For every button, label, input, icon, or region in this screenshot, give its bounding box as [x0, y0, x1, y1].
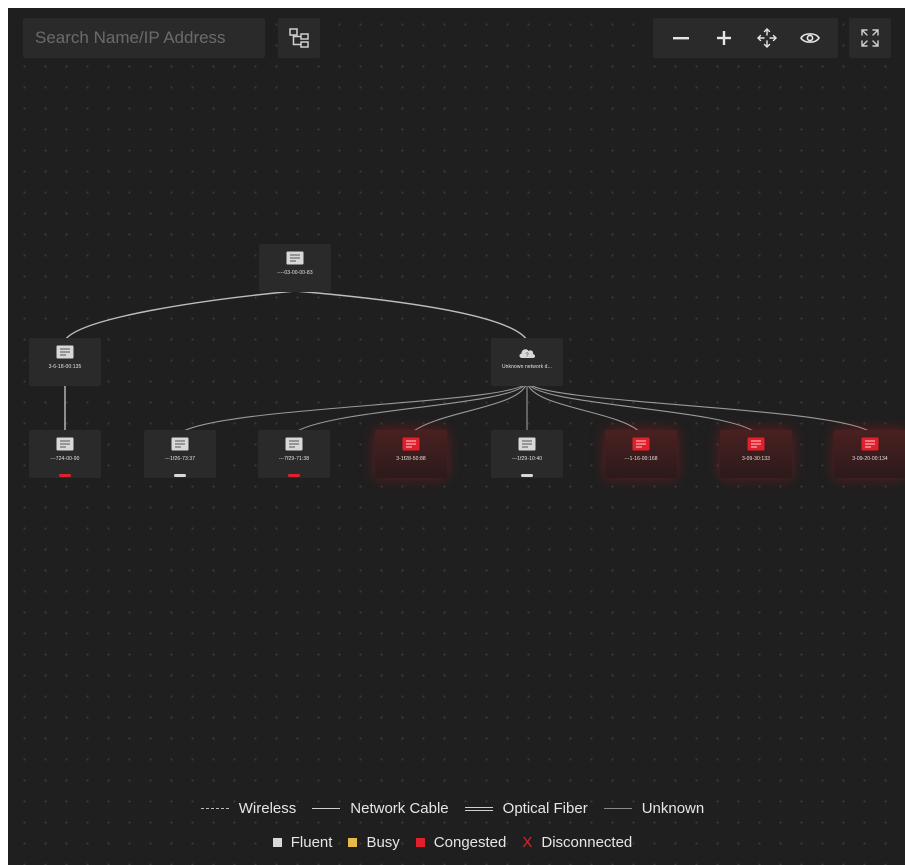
legend-network-cable: Network Cable — [312, 800, 449, 817]
legend-unknown: Unknown — [603, 800, 705, 817]
fit-view-button[interactable] — [751, 22, 783, 54]
node-child-7[interactable]: 3-09-30:133 — [720, 430, 792, 478]
double-line-icon — [464, 806, 493, 811]
legend-fluent: Fluent — [272, 834, 333, 851]
layout-button[interactable] — [278, 18, 320, 58]
switch-icon — [402, 437, 420, 451]
node-label: ----03-00-00-83 — [277, 270, 313, 276]
legend-label: Unknown — [641, 800, 705, 817]
zoom-out-button[interactable] — [665, 22, 697, 54]
view-toggle-button[interactable] — [794, 22, 826, 54]
switch-icon — [286, 251, 304, 265]
node-child-4[interactable]: 3-1f28-50:88 — [375, 430, 447, 478]
link-legend: Wireless Network Cable Optical Fiber Unk… — [0, 800, 905, 817]
switch-icon — [56, 345, 74, 359]
search-input[interactable] — [33, 27, 255, 49]
node-child-3[interactable]: ---7f29-71:38 — [258, 430, 330, 478]
legend-label: Network Cable — [350, 800, 449, 817]
zoom-in-button[interactable] — [708, 22, 740, 54]
node-left[interactable]: 3-6-18-00:135 — [29, 338, 101, 386]
node-label: 3-6-18-00:135 — [48, 364, 82, 370]
node-child-8[interactable]: 3-09-20-00:134 — [834, 430, 905, 478]
node-unknown-network[interactable]: ? Unknown network d... — [491, 338, 563, 386]
cloud-question-icon: ? — [519, 349, 536, 359]
switch-icon — [747, 437, 765, 451]
switch-icon — [285, 437, 303, 451]
node-label: ---7f29-71:38 — [278, 456, 310, 462]
switch-icon — [632, 437, 650, 451]
port-status-congested — [288, 474, 300, 477]
port-status-fluent — [174, 474, 186, 477]
legend-congested: Congested — [415, 834, 507, 851]
legend-wireless: Wireless — [200, 800, 297, 817]
legend-disconnected: X Disconnected — [522, 834, 632, 851]
legend-optical-fiber: Optical Fiber — [464, 800, 588, 817]
topology-layout-icon — [289, 28, 309, 48]
node-label: 3-09-30:133 — [741, 456, 771, 462]
status-legend: Fluent Busy Congested X Disconnected — [0, 834, 905, 851]
node-child-2[interactable]: ---1f26-73:37 — [144, 430, 216, 478]
dashed-line-icon — [200, 808, 229, 809]
node-child-5[interactable]: ---1f29-10:40 — [491, 430, 563, 478]
node-label: ---1f29-10:40 — [511, 456, 543, 462]
legend-busy: Busy — [348, 834, 400, 851]
search-box[interactable] — [23, 18, 265, 58]
minus-icon — [672, 37, 689, 40]
node-child-6[interactable]: ---1-16-00:168 — [605, 430, 677, 478]
node-label: 3-09-20-00:134 — [852, 456, 888, 462]
node-label: ---1-16-00:168 — [624, 456, 658, 462]
legend-label: Congested — [433, 834, 507, 851]
thin-line-icon — [603, 808, 632, 809]
node-label: ---1f26-73:37 — [164, 456, 196, 462]
busy-swatch — [348, 838, 358, 847]
node-label: ---724-00-90 — [50, 456, 80, 462]
plus-icon — [716, 31, 731, 45]
congested-swatch — [415, 838, 425, 847]
legend-label: Wireless — [238, 800, 297, 817]
node-label: Unknown network d... — [501, 364, 553, 370]
node-root[interactable]: ----03-00-00-83 — [259, 244, 331, 292]
fullscreen-button[interactable] — [849, 18, 891, 58]
switch-icon — [171, 437, 189, 451]
switch-icon — [56, 437, 74, 451]
fullscreen-icon — [861, 29, 879, 47]
port-status-fluent — [521, 474, 533, 477]
legend-label: Disconnected — [541, 834, 633, 851]
legend-label: Busy — [366, 834, 400, 851]
zoom-toolbar — [653, 18, 838, 58]
legend-label: Optical Fiber — [502, 800, 588, 817]
legend-label: Fluent — [290, 834, 333, 851]
eye-icon — [800, 33, 821, 43]
solid-line-icon — [312, 808, 341, 809]
disconnected-x-icon: X — [522, 834, 533, 851]
switch-icon — [861, 437, 879, 451]
fluent-swatch — [272, 838, 282, 847]
node-label: 3-1f28-50:88 — [396, 456, 426, 462]
port-status-congested — [59, 474, 71, 477]
node-child-1[interactable]: ---724-00-90 — [29, 430, 101, 478]
move-arrows-icon — [757, 28, 777, 48]
switch-icon — [518, 437, 536, 451]
